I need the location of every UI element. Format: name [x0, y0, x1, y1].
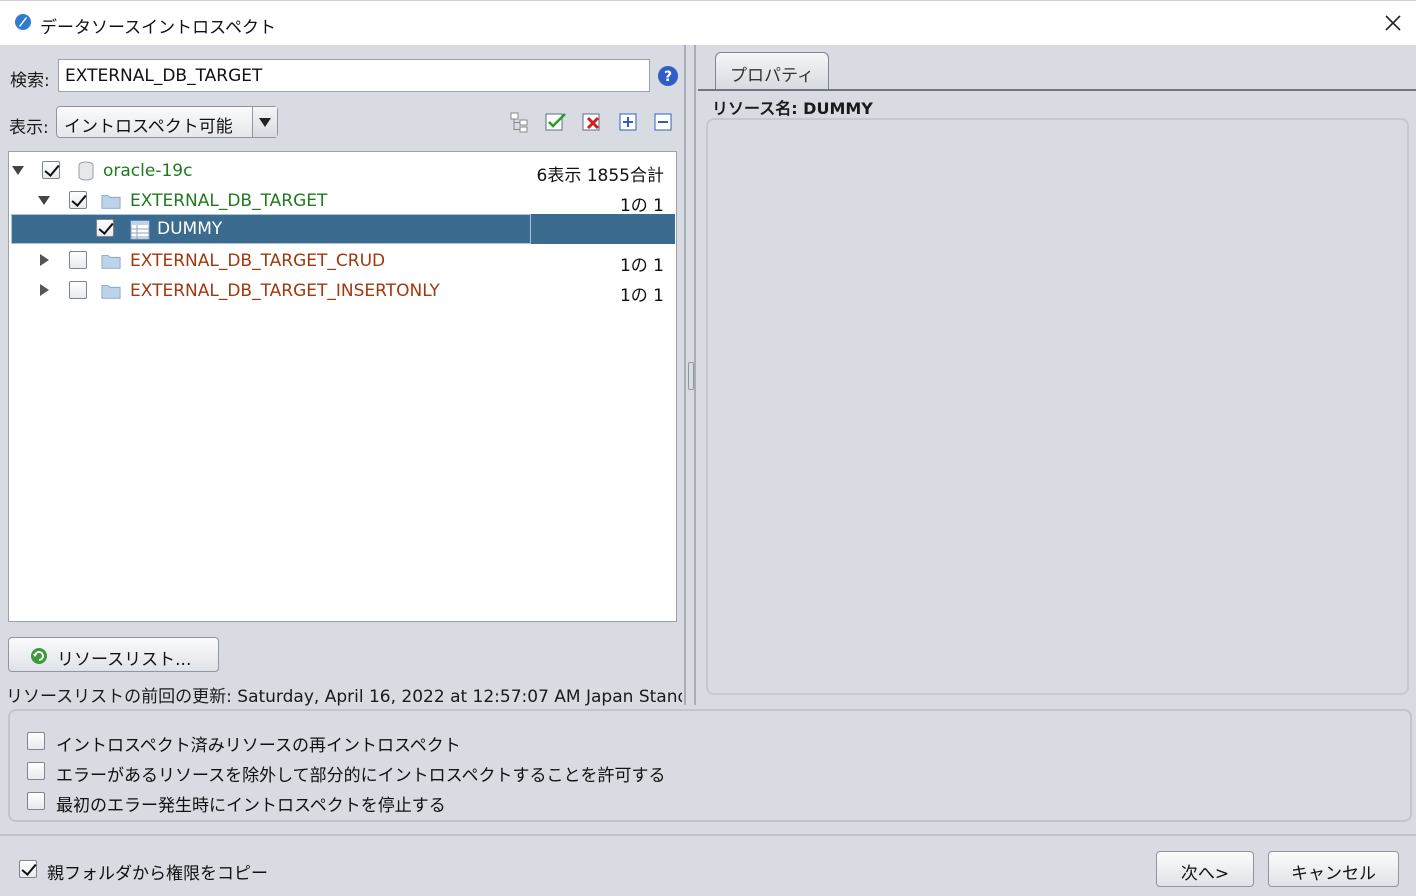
expand-toggle-icon[interactable]	[37, 193, 51, 207]
last-update-text: リソースリストの前回の更新: Saturday, April 16, 2022 …	[6, 682, 682, 707]
tree-row-checkbox[interactable]	[69, 281, 87, 299]
tree-row-count: 6表示 1855合計	[536, 166, 664, 186]
tab-properties-label: プロパティ	[730, 66, 814, 86]
option-stop-on-error-checkbox[interactable]	[27, 792, 45, 810]
tree-row-checkbox[interactable]	[96, 219, 114, 237]
tree-row-count: 1の 1	[619, 196, 664, 216]
tree-row-checkbox[interactable]	[69, 191, 87, 209]
folder-icon	[101, 255, 121, 269]
next-button[interactable]: 次へ>	[1156, 851, 1254, 887]
tree-row-external-db-target-crud[interactable]: EXTERNAL_DB_TARGET_CRUD 1の 1	[9, 246, 676, 276]
copy-permissions-label: 親フォルダから権限をコピー	[47, 864, 268, 884]
collapsed-toggle-icon[interactable]	[37, 283, 51, 297]
hierarchy-icon[interactable]	[508, 111, 530, 133]
check-all-icon[interactable]	[545, 111, 567, 133]
window-title: データソースイントロスペクト	[40, 18, 276, 38]
search-input[interactable]	[58, 59, 650, 92]
tree-row-count: 1の 1	[619, 256, 664, 276]
folder-icon	[101, 195, 121, 209]
expand-toggle-icon[interactable]	[11, 163, 25, 177]
tree-row-checkbox[interactable]	[42, 161, 60, 179]
tree-row-label: DUMMY	[157, 219, 223, 239]
help-icon[interactable]: ?	[657, 65, 679, 87]
tree-row-label: oracle-19c	[103, 161, 193, 181]
tree-row-label: EXTERNAL_DB_TARGET_INSERTONLY	[130, 281, 440, 301]
option-stop-on-error-label: 最初のエラー発生時にイントロスペクトを停止する	[56, 796, 446, 816]
option-reintrospect-checkbox[interactable]	[27, 732, 45, 750]
footer-divider	[0, 834, 1416, 836]
close-icon[interactable]	[1376, 7, 1410, 39]
selection-focus-outline	[11, 214, 531, 244]
option-reintrospect-label: イントロスペクト済みリソースの再イントロスペクト	[56, 736, 461, 756]
cancel-button[interactable]: キャンセル	[1268, 851, 1399, 887]
filter-selected-value: イントロスペクト可能	[64, 117, 233, 137]
filter-label: 表示:	[9, 118, 49, 138]
filter-select[interactable]: イントロスペクト可能	[56, 106, 278, 138]
tab-properties[interactable]: プロパティ	[715, 52, 829, 90]
expand-all-icon[interactable]	[618, 111, 640, 133]
tree-row-external-db-target[interactable]: EXTERNAL_DB_TARGET 1の 1	[9, 186, 676, 216]
tree-row-label: EXTERNAL_DB_TARGET	[130, 191, 328, 211]
last-update-value: Saturday, April 16, 2022 at 12:57:07 AM …	[237, 687, 682, 707]
collapse-all-icon[interactable]	[653, 111, 675, 133]
splitter-grip-icon[interactable]	[688, 362, 694, 390]
svg-text:?: ?	[664, 69, 672, 85]
tree-row-external-db-target-insertonly[interactable]: EXTERNAL_DB_TARGET_INSERTONLY 1の 1	[9, 276, 676, 306]
tree-row-oracle-19c[interactable]: oracle-19c 6表示 1855合計	[9, 156, 676, 186]
resource-list-button[interactable]: リソースリスト...	[8, 637, 219, 672]
title-bar: データソースイントロスペクト	[0, 0, 1416, 45]
collapsed-toggle-icon[interactable]	[37, 253, 51, 267]
introspection-options: イントロスペクト済みリソースの再イントロスペクト エラーがあるリソースを除外して…	[8, 709, 1412, 822]
search-label: 検索:	[10, 71, 50, 91]
database-icon	[78, 161, 94, 181]
copy-permissions-checkbox[interactable]	[19, 860, 37, 878]
table-icon	[130, 220, 150, 240]
tree-row-count: 1の 1	[619, 286, 664, 306]
refresh-icon	[31, 648, 47, 664]
next-button-label: 次へ>	[1180, 864, 1230, 884]
resource-list-button-label: リソースリスト...	[57, 650, 192, 670]
chevron-down-icon[interactable]	[252, 107, 277, 137]
tree-row-label: EXTERNAL_DB_TARGET_CRUD	[130, 251, 386, 271]
tree-row-checkbox[interactable]	[69, 251, 87, 269]
option-partial-label: エラーがあるリソースを除外して部分的にイントロスペクトすることを許可する	[56, 766, 666, 786]
tree-row-dummy[interactable]: DUMMY	[9, 214, 676, 244]
cancel-button-label: キャンセル	[1291, 864, 1376, 884]
resource-name: リソース名: DUMMY	[712, 99, 873, 118]
last-update-label: リソースリストの前回の更新:	[6, 687, 238, 707]
option-partial-checkbox[interactable]	[27, 762, 45, 780]
app-logo-icon	[15, 14, 31, 30]
properties-panel	[706, 118, 1409, 695]
resource-tree[interactable]: oracle-19c 6表示 1855合計 EXTERNAL_DB_TARGET…	[8, 151, 677, 622]
folder-icon	[101, 285, 121, 299]
tab-divider	[698, 89, 1416, 91]
uncheck-all-icon[interactable]	[582, 111, 604, 133]
